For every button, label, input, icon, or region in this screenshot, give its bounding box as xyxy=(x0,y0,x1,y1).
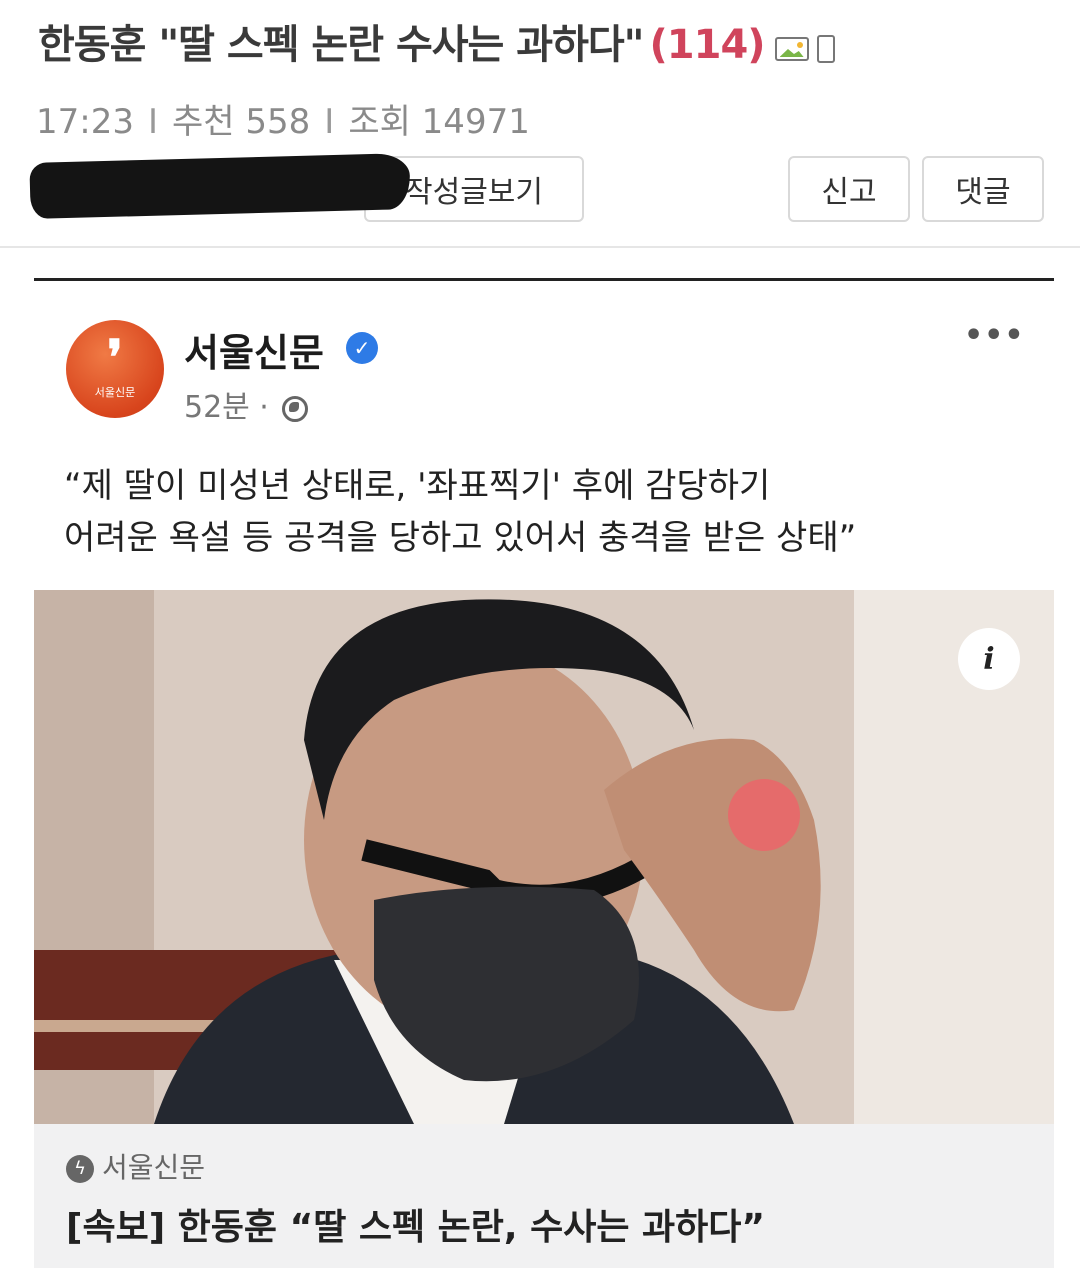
link-preview-footer[interactable]: ϟ 서울신문 [속보] 한동훈 “딸 스펙 논란, 수사는 과하다” xyxy=(34,1124,1054,1268)
quote-line-1: “제 딸이 미성년 상태로, '좌표찍기' 후에 감당하기 xyxy=(64,466,771,506)
comment-count[interactable]: (114) xyxy=(650,22,766,68)
meta-separator: I xyxy=(324,102,335,142)
globe-icon xyxy=(282,395,309,422)
attachment-icons xyxy=(774,24,835,70)
page-name[interactable]: 서울신문 xyxy=(184,322,324,377)
facebook-post-time: 52분 · xyxy=(184,382,309,426)
view-count: 조회 14971 xyxy=(348,102,530,142)
avatar-logo-mark: ❜ xyxy=(107,330,123,386)
time-text: 52분 · xyxy=(184,390,269,425)
quote-line-2: 어려운 욕설 등 공격을 당하고 있어서 충격을 받은 상태” xyxy=(64,518,857,558)
post-quote: “제 딸이 미성년 상태로, '좌표찍기' 후에 감당하기 어려운 욕설 등 공… xyxy=(64,460,1024,564)
news-photo[interactable]: i xyxy=(34,590,1054,1124)
post-title: 한동훈 "딸 스펙 논란 수사는 과하다" (114) xyxy=(38,12,835,70)
link-headline[interactable]: [속보] 한동훈 “딸 스펙 논란, 수사는 과하다” xyxy=(66,1198,765,1250)
info-icon[interactable]: i xyxy=(958,628,1020,690)
divider xyxy=(0,246,1080,248)
avatar-logo-text: 서울신문 xyxy=(94,386,136,399)
facebook-post-card: ❜ 서울신문 서울신문 ✓ 52분 · ••• “제 딸이 미성년 상태로, '… xyxy=(34,282,1054,1268)
recommend-count: 추천 558 xyxy=(172,102,311,142)
post-title-text: 한동훈 "딸 스펙 논란 수사는 과하다" xyxy=(38,22,645,68)
link-source: ϟ 서울신문 xyxy=(66,1146,205,1186)
post-meta: 17:23 I 추천 558 I 조회 14971 xyxy=(36,94,530,143)
mobile-icon xyxy=(816,35,835,63)
redacted-author xyxy=(29,153,411,219)
link-source-name: 서울신문 xyxy=(102,1151,206,1184)
report-button[interactable]: 신고 xyxy=(788,156,910,222)
news-photo-illustration xyxy=(34,590,1054,1124)
verified-badge-icon: ✓ xyxy=(346,332,378,364)
meta-separator: I xyxy=(147,102,159,142)
page-avatar[interactable]: ❜ 서울신문 xyxy=(66,320,164,418)
post-header: 한동훈 "딸 스펙 논란 수사는 과하다" (114) 17:23 I 추천 558 I… xyxy=(0,0,1080,248)
lightning-icon: ϟ xyxy=(66,1155,94,1183)
image-attachment-icon xyxy=(774,37,809,61)
content-divider xyxy=(34,278,1054,281)
comment-button[interactable]: 댓글 xyxy=(922,156,1044,222)
post-time: 17:23 xyxy=(36,102,134,142)
more-options-icon[interactable]: ••• xyxy=(964,318,1025,353)
